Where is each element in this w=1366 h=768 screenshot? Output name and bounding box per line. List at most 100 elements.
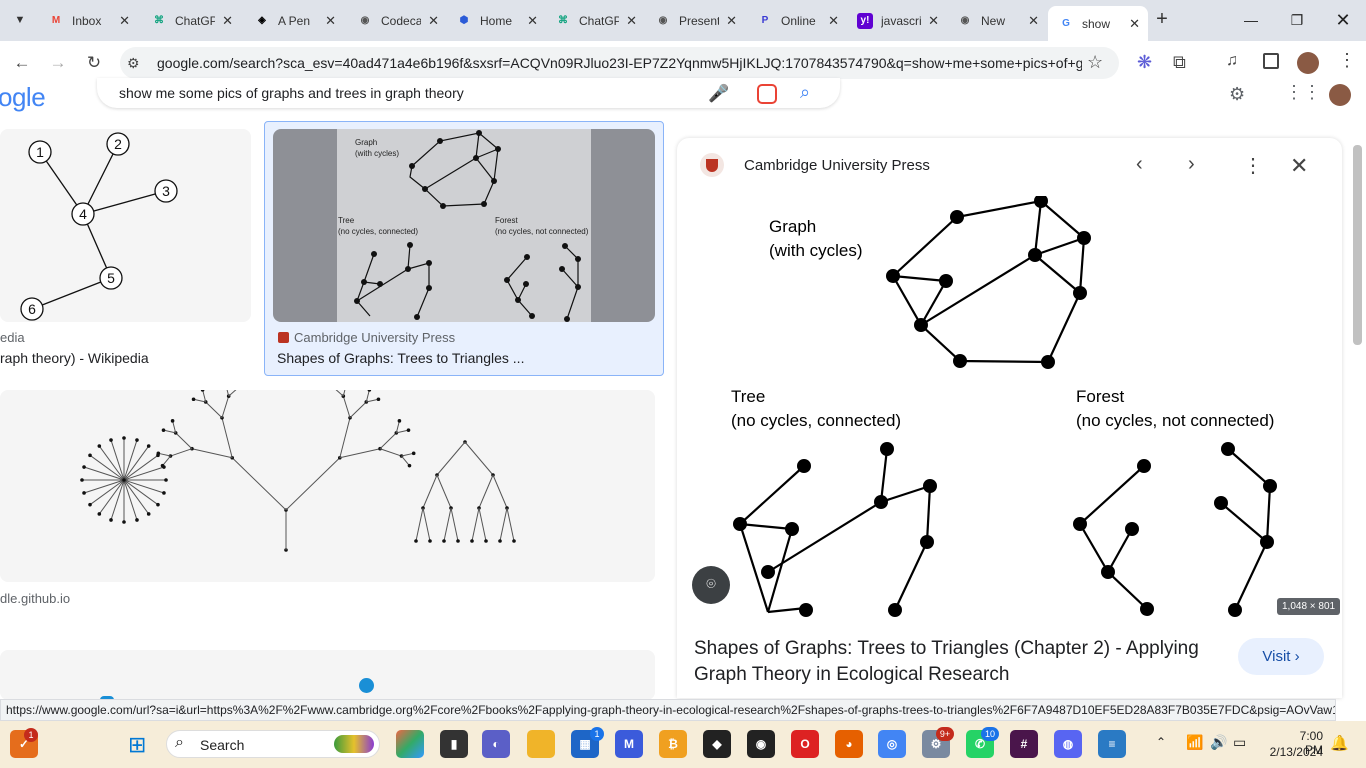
result-source[interactable]: Cambridge University Press	[294, 330, 455, 345]
tab-close-icon[interactable]: ✕	[222, 13, 233, 29]
tab-close-icon[interactable]: ✕	[527, 13, 538, 29]
lens-search-icon[interactable]	[757, 84, 777, 104]
side-panel-icon[interactable]	[1263, 53, 1279, 69]
reload-button[interactable]: ↻	[80, 49, 108, 77]
tab-close-icon[interactable]: ✕	[325, 13, 336, 29]
battery-icon[interactable]: ▭	[1233, 734, 1246, 751]
page-scrollbar[interactable]	[1350, 120, 1366, 720]
tab-close-icon[interactable]: ✕	[928, 13, 939, 29]
close-window-button[interactable]: ✕	[1320, 0, 1366, 40]
app-m-icon[interactable]: M	[615, 730, 643, 758]
file-explorer-icon[interactable]: ▮	[440, 730, 468, 758]
tab-close-icon[interactable]: ✕	[1129, 16, 1140, 32]
meet-icon[interactable]: ◐	[482, 730, 510, 758]
prev-image-button[interactable]: ‹	[1136, 153, 1143, 176]
next-image-button[interactable]: ›	[1188, 153, 1195, 176]
minimize-button[interactable]: —	[1228, 0, 1274, 40]
lens-image-search-icon[interactable]: ⌾	[692, 566, 730, 604]
tab-1[interactable]: ⌘ ChatGPT ✕	[141, 6, 241, 35]
visit-button[interactable]: Visit ›	[1238, 638, 1324, 675]
tab-close-icon[interactable]: ✕	[626, 13, 637, 29]
tab-close-icon[interactable]: ✕	[828, 13, 839, 29]
tab-close-icon[interactable]: ✕	[1028, 13, 1039, 29]
scrollbar-thumb[interactable]	[1353, 145, 1362, 345]
tab-close-icon[interactable]: ✕	[119, 13, 130, 29]
voice-search-icon[interactable]: 🎤	[708, 84, 729, 104]
tree-edge	[450, 507, 459, 542]
google-logo[interactable]: ogle	[0, 82, 46, 113]
tree-node	[442, 539, 446, 543]
tab-close-icon[interactable]: ✕	[428, 13, 439, 29]
preview-image[interactable]: Graph (with cycles) Tree (no cycles, con…	[731, 194, 1287, 619]
tab-4[interactable]: ⬢ Home ✕	[446, 6, 546, 35]
tree-edge	[471, 507, 480, 542]
tab-7[interactable]: P Online ✕	[747, 6, 847, 35]
windows-start-icon[interactable]: ⊞	[128, 732, 146, 758]
result-title[interactable]: Shapes of Graphs: Trees to Triangles ...	[277, 350, 524, 366]
tree-node	[407, 463, 412, 468]
apps-grid-icon[interactable]: ⋮⋮	[1285, 82, 1321, 103]
tab-10[interactable]: Gshow ✕	[1048, 6, 1148, 41]
show-hidden-icons-icon[interactable]: ⌃	[1156, 735, 1166, 749]
tab-9[interactable]: ◉ New ✕	[947, 6, 1047, 35]
extensions-puzzle-icon[interactable]: ⧉	[1173, 52, 1186, 73]
result-title[interactable]: raph theory) - Wikipedia	[0, 350, 149, 366]
tree-edge	[123, 479, 138, 521]
firefox-icon[interactable]: ◕	[835, 730, 863, 758]
figma-icon[interactable]: ◆	[703, 730, 731, 758]
account-avatar[interactable]	[1329, 84, 1351, 106]
github-icon[interactable]: ◉	[747, 730, 775, 758]
clock-date[interactable]: 2/13/2024	[1262, 745, 1323, 759]
restore-button[interactable]: ❐	[1274, 0, 1320, 40]
chrome-menu-icon[interactable]: ⋮	[1338, 50, 1356, 71]
result-image-cambridge[interactable]: Graph (with cycles) Tree (no cycles, con…	[273, 129, 655, 322]
media-control-icon[interactable]: ♫	[1226, 52, 1238, 70]
tab-6[interactable]: ◉ Presentation ✕	[645, 6, 745, 35]
panel-source[interactable]: Cambridge University Press	[744, 157, 930, 174]
tab-2[interactable]: ◈ A Pen ✕	[244, 6, 344, 35]
tab-search-dropdown-icon[interactable]: ▼	[8, 8, 32, 32]
folder-icon[interactable]	[527, 730, 555, 758]
panel-title[interactable]: Shapes of Graphs: Trees to Triangles (Ch…	[694, 636, 1224, 688]
tab-close-icon[interactable]: ✕	[726, 13, 737, 29]
tab-8[interactable]: y! javascript ✕	[847, 6, 947, 35]
tab-5[interactable]: ⌘ ChatGPT ✕	[545, 6, 645, 35]
notepad-icon[interactable]: ≡	[1098, 730, 1126, 758]
tab-3[interactable]: ◉ Codecademy ✕	[347, 6, 447, 35]
result-image-partial[interactable]	[0, 650, 655, 700]
tree-node	[88, 453, 92, 458]
labs-icon[interactable]: ⚙	[1229, 84, 1245, 105]
opera-icon[interactable]: O	[791, 730, 819, 758]
profile-avatar[interactable]	[1297, 52, 1319, 74]
wifi-icon[interactable]: 📶	[1186, 734, 1203, 751]
tree-edge	[349, 401, 367, 419]
chrome-icon[interactable]: ◎	[878, 730, 906, 758]
tree-edge	[123, 445, 150, 481]
more-options-icon[interactable]: ⋮	[1243, 153, 1263, 178]
result-image-wikipedia[interactable]: 1 2 3 4 5 6	[0, 129, 251, 322]
slack-icon[interactable]: #	[1010, 730, 1038, 758]
site-info-icon[interactable]: ⚙	[127, 55, 140, 72]
address-url[interactable]: google.com/search?sca_esv=40ad471a4e6b19…	[157, 55, 1082, 71]
tree-edge	[401, 455, 410, 466]
result-source[interactable]: edia	[0, 330, 25, 345]
result-image-trees[interactable]	[0, 382, 655, 582]
new-tab-button[interactable]: +	[1151, 8, 1173, 30]
discord-icon[interactable]: ◍	[1054, 730, 1082, 758]
notifications-bell-icon[interactable]: 🔔	[1330, 734, 1349, 752]
tab-0[interactable]: M Inbox ✕	[38, 6, 138, 35]
forward-button[interactable]: →	[44, 49, 72, 77]
result-source[interactable]: dle.github.io	[0, 591, 70, 606]
tree-edge	[366, 398, 379, 403]
back-button[interactable]: ←	[8, 49, 36, 77]
volume-icon[interactable]: 🔊	[1210, 734, 1227, 751]
search-input[interactable]: show me some pics of graphs and trees in…	[119, 85, 464, 101]
office-icon[interactable]	[396, 730, 424, 758]
thumb-label-tree-sub: (no cycles, connected)	[338, 227, 418, 236]
close-panel-button[interactable]: ✕	[1290, 153, 1308, 179]
tree-edge	[123, 454, 159, 481]
extension-snowflake-icon[interactable]: ❋	[1137, 52, 1152, 73]
search-icon[interactable]: ⌕	[800, 82, 810, 103]
bookmark-star-icon[interactable]: ☆	[1087, 52, 1103, 73]
bitcoin-app-icon[interactable]: ₿	[659, 730, 687, 758]
